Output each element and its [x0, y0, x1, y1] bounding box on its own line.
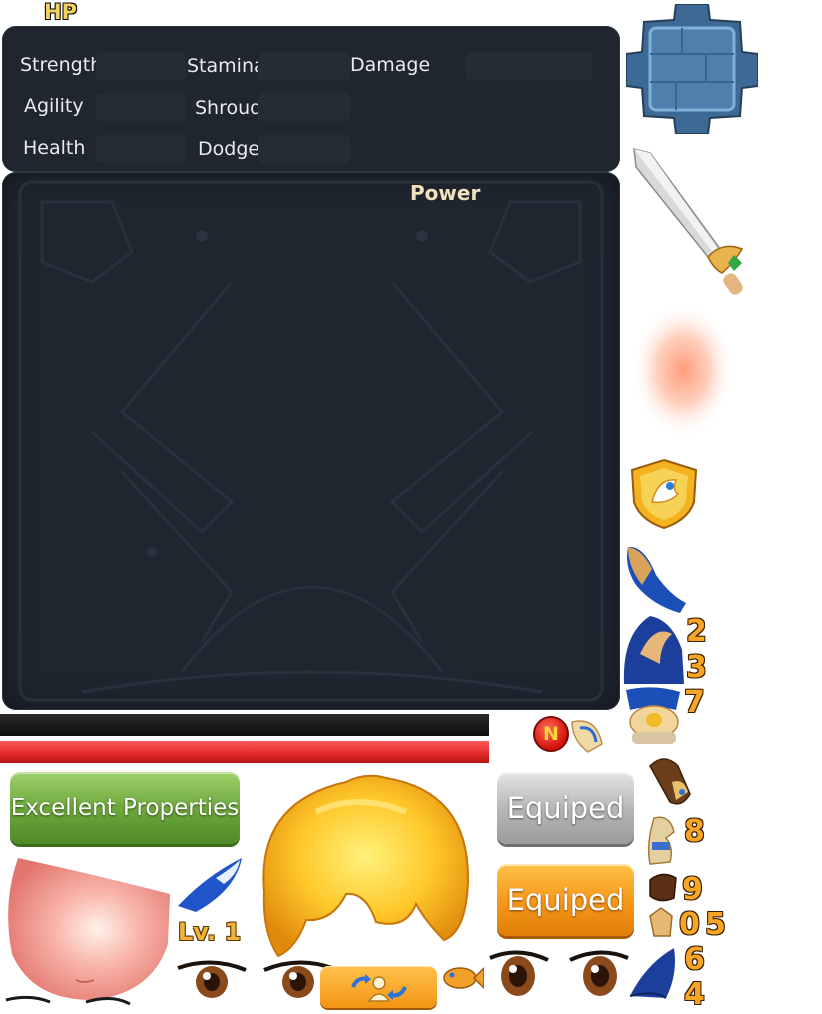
eye-icon-4 [569, 950, 629, 996]
shield-emblem-icon [630, 458, 698, 530]
blade-piece-icon [629, 948, 675, 999]
digit-0: 0 [679, 907, 700, 942]
stat-label-dodge: Dodge [198, 138, 261, 160]
equiped-button-disabled[interactable]: Equiped [497, 772, 634, 844]
glow-orb-icon [631, 302, 735, 438]
eye-icon [177, 960, 247, 998]
stat-label-shroud: Shroud [195, 97, 263, 119]
stat-value-agility [96, 93, 186, 121]
panel-ornament [18, 180, 604, 702]
excellent-properties-button[interactable]: Excellent Properties [10, 772, 240, 844]
digit-6: 6 [684, 942, 705, 977]
eye-icon-3 [489, 950, 549, 996]
stat-value-health [96, 135, 186, 163]
fish-icon [443, 966, 484, 990]
gauntlet-icon [649, 758, 691, 805]
digit-7: 7 [684, 685, 705, 720]
empty-bar [0, 714, 489, 736]
stat-value-stamina [258, 52, 350, 80]
digit-2: 2 [686, 614, 707, 649]
digit-5: 5 [705, 907, 726, 942]
digit-9: 9 [682, 872, 703, 907]
feather-icon [178, 858, 242, 912]
stat-value-damage [466, 52, 592, 80]
digit-4: 4 [684, 977, 705, 1012]
new-badge: N [533, 716, 569, 752]
boot-icon [647, 816, 675, 865]
hat-piece-icon [623, 616, 684, 684]
hair-icon [262, 774, 470, 958]
glove-icon [649, 873, 677, 902]
power-label: Power [410, 181, 481, 205]
level-badge: Lv. 1 [178, 918, 242, 946]
cape-piece-icon [627, 546, 686, 613]
feather-tip-icon [571, 720, 603, 753]
stat-label-damage: Damage [350, 54, 431, 76]
stone-frame-icon [626, 4, 758, 134]
digit-8: 8 [684, 814, 705, 849]
stat-value-strength [96, 52, 186, 80]
digit-3: 3 [686, 650, 707, 685]
swap-friends-icon [350, 974, 407, 1002]
stat-label-health: Health [23, 137, 86, 159]
hp-label: HP [44, 0, 77, 24]
equiped-button[interactable]: Equiped [497, 864, 634, 936]
hp-bar [0, 740, 489, 763]
stat-label-strength: Strength [20, 54, 103, 76]
swap-friends-button[interactable] [320, 966, 437, 1008]
stat-value-dodge [258, 135, 350, 163]
face-icon [5, 858, 171, 1006]
stat-label-agility: Agility [24, 95, 84, 117]
charm-icon [649, 907, 673, 937]
sword-icon [633, 148, 744, 295]
character-panel [2, 172, 620, 710]
stat-value-shroud [258, 93, 350, 121]
stat-label-stamina: Stamina [187, 55, 266, 77]
armor-icon [626, 687, 680, 744]
